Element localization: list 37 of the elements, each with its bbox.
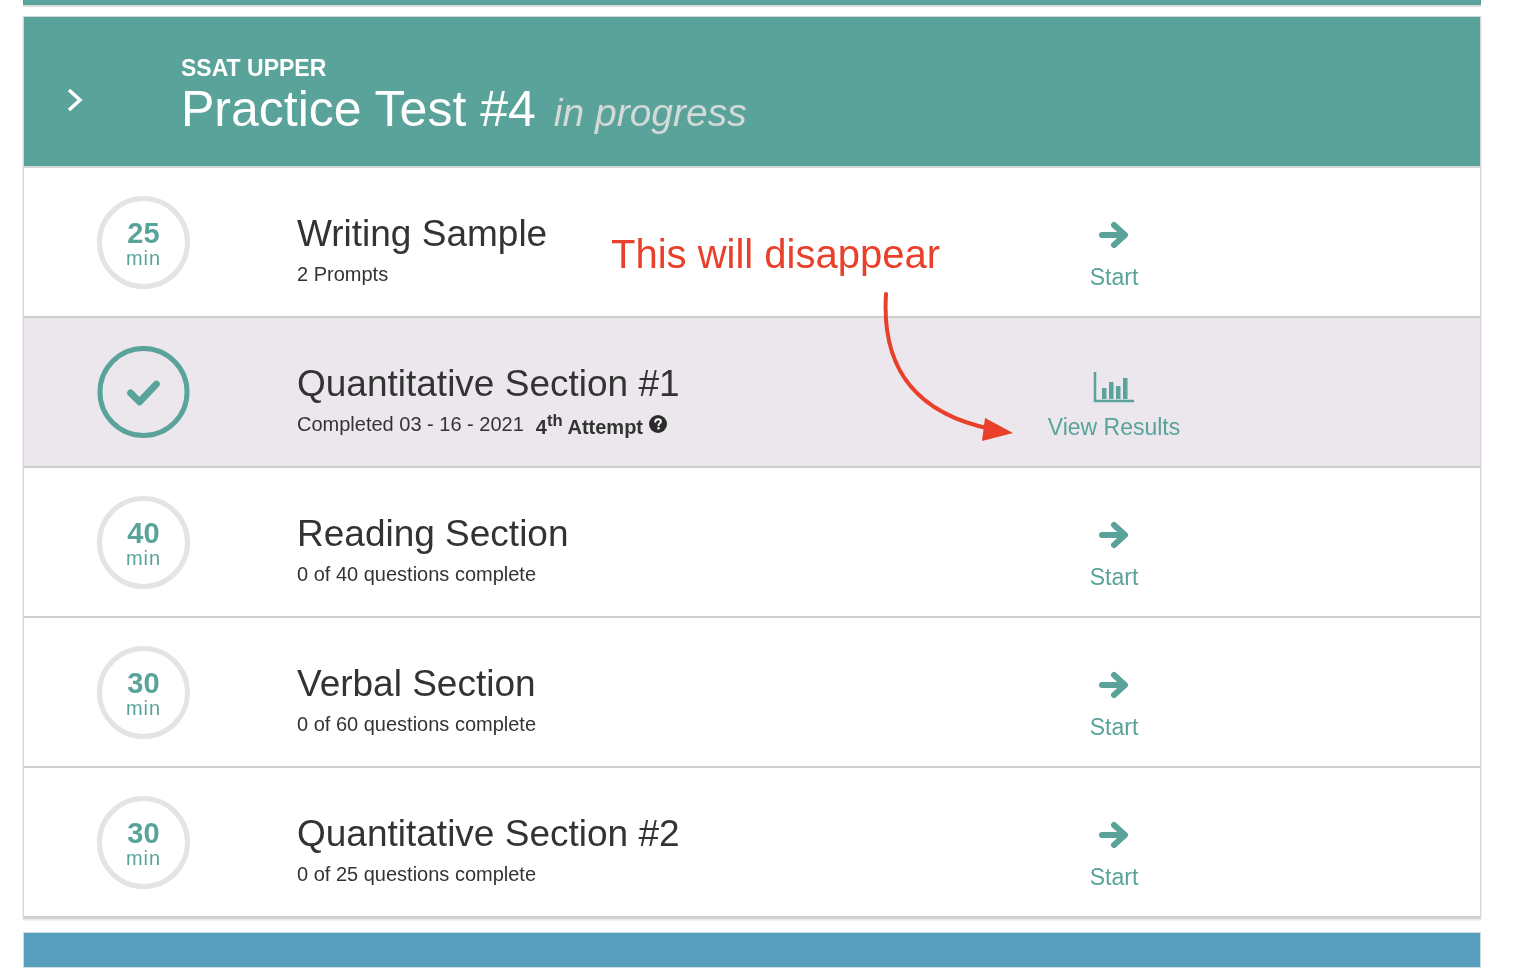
arrow-right-icon [1098,671,1130,699]
section-title: Reading Section [297,513,569,555]
check-circle-icon [97,345,190,439]
time-minutes: 30 [127,819,160,847]
view-results-button[interactable]: View Results [1047,371,1181,441]
section-title: Quantitative Section #1 [297,363,680,405]
test-status: in progress [553,90,747,135]
time-unit: min [125,847,162,869]
time-minutes: 40 [127,519,160,547]
start-button[interactable]: Start [1089,671,1139,741]
start-button[interactable]: Start [1089,521,1139,591]
test-title: Practice Test #4 [181,80,536,137]
section-detail: Completed 03 - 16 - 2021 [297,412,524,436]
time-minutes: 25 [127,219,160,247]
annotation-text: This will disappear [611,231,941,277]
section-detail: 2 Prompts [297,262,389,286]
bar-chart-icon [1093,371,1135,403]
section-title: Quantitative Section #2 [297,813,680,855]
arrow-right-icon [1098,221,1130,249]
section-title: Writing Sample [297,213,548,255]
attempt-label: 4$^{th}$ Attempt [535,410,644,439]
time-unit: min [125,547,162,569]
start-button[interactable]: Start [1089,221,1139,291]
arrow-right-icon [1098,521,1130,549]
start-button[interactable]: Start [1089,821,1139,891]
chevron-right-icon[interactable] [66,86,84,113]
section-detail: 0 of 60 questions complete [297,712,537,736]
test-category: SSAT UPPER [181,54,327,81]
section-title: Verbal Section [297,663,536,705]
section-detail: 0 of 25 questions complete [297,862,537,886]
test-header[interactable]: SSAT UPPER Practice Test #4 in progress [24,17,1480,168]
time-unit: min [125,247,162,269]
arrow-right-icon [1098,821,1130,849]
time-unit: min [125,697,162,719]
help-icon[interactable] [649,415,668,433]
section-detail: 0 of 40 questions complete [297,562,537,586]
time-minutes: 30 [127,669,160,697]
